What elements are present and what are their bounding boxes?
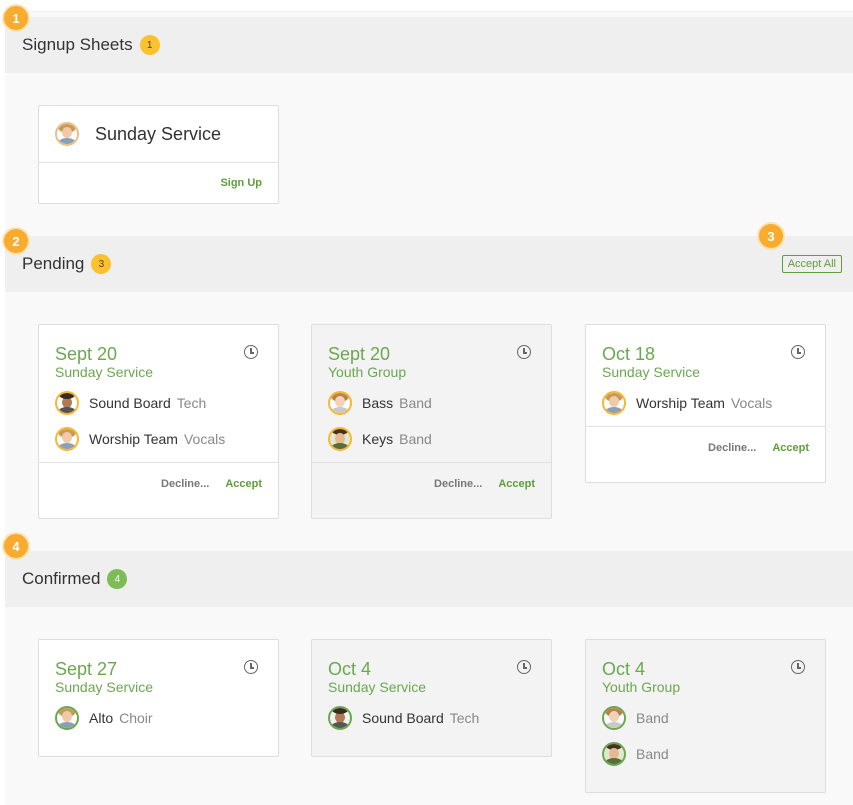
role-position: Sound Board [89, 395, 171, 411]
avatar-icon [55, 427, 79, 451]
avatar-icon [55, 391, 79, 415]
event-name: Sunday Service [602, 364, 701, 380]
confirmed-title: Confirmed 4 [22, 569, 128, 589]
confirmed-count-badge: 4 [107, 569, 128, 589]
step-marker-3: 3 [757, 222, 785, 250]
role-row: Sound Board Tech [55, 385, 262, 421]
avatar-icon [328, 391, 352, 415]
signup-sheets-title: Signup Sheets 1 [22, 35, 160, 55]
signup-sheet-name: Sunday Service [95, 123, 222, 144]
section-title-text: Confirmed [22, 569, 101, 588]
step-marker-1: 1 [2, 4, 30, 32]
event-date: Oct 18 [602, 344, 656, 364]
event-name: Youth Group [602, 679, 681, 695]
role-row: Worship Team Vocals [602, 385, 809, 421]
clock-icon[interactable] [244, 345, 258, 359]
role-team: Band [636, 746, 669, 762]
clock-icon[interactable] [244, 660, 258, 674]
role-team: Band [399, 431, 432, 447]
section-title-text: Pending [22, 254, 85, 273]
decline-button[interactable]: Decline... [708, 442, 756, 454]
avatar-icon [55, 706, 79, 730]
role-team: Band [636, 710, 669, 726]
section-title-text: Signup Sheets [22, 35, 133, 54]
role-team: Band [399, 395, 432, 411]
event-date: Sept 20 [328, 344, 391, 364]
pending-title: Pending 3 [22, 254, 112, 274]
pending-card[interactable]: Sept 20 Sunday Service Sound Board Tech … [38, 324, 279, 519]
role-team: Choir [119, 710, 153, 726]
event-name: Sunday Service [328, 679, 427, 695]
role-position: Worship Team [89, 431, 178, 447]
role-team: Tech [176, 395, 207, 411]
event-name: Sunday Service [55, 679, 154, 695]
confirmed-card[interactable]: Oct 4 Sunday Service Sound Board Tech [311, 639, 552, 757]
signup-sheets-header: Signup Sheets 1 [5, 17, 853, 73]
avatar-icon [602, 706, 626, 730]
avatar-icon [328, 706, 352, 730]
role-row: Worship Team Vocals [55, 421, 262, 457]
clock-icon[interactable] [517, 660, 531, 674]
role-position: Worship Team [636, 395, 725, 411]
step-marker-4: 4 [2, 532, 30, 560]
event-date: Oct 4 [328, 659, 372, 679]
pending-count-badge: 3 [91, 254, 112, 274]
step-marker-2: 2 [2, 227, 30, 255]
signup-card[interactable]: Sunday Service Sign Up [38, 105, 279, 204]
event-date: Oct 4 [602, 659, 646, 679]
accept-all-button[interactable]: Accept All [781, 255, 842, 273]
role-row: Sound Board Tech [328, 700, 535, 736]
event-name: Youth Group [328, 364, 407, 380]
role-team: Tech [449, 710, 480, 726]
avatar-icon [328, 427, 352, 451]
accept-button[interactable]: Accept [498, 478, 535, 490]
role-position: Bass [362, 395, 394, 411]
pending-header: Pending 3 Accept All [5, 236, 853, 292]
confirmed-card[interactable]: Oct 4 Youth Group Band Band [585, 639, 826, 793]
avatar-icon [55, 122, 79, 146]
accept-button[interactable]: Accept [772, 442, 809, 454]
role-row: Band [602, 700, 809, 736]
role-row: Keys Band [328, 421, 535, 457]
role-position: Sound Board [362, 710, 444, 726]
signup-count-badge: 1 [139, 35, 160, 55]
clock-icon[interactable] [791, 345, 805, 359]
confirmed-header: Confirmed 4 [5, 551, 853, 607]
avatar-icon [602, 391, 626, 415]
pending-card[interactable]: Sept 20 Youth Group Bass Band Keys Band … [311, 324, 552, 519]
accept-button[interactable]: Accept [225, 478, 262, 490]
clock-icon[interactable] [791, 660, 805, 674]
role-team: Vocals [730, 395, 773, 411]
role-row: Alto Choir [55, 700, 262, 736]
pending-card[interactable]: Oct 18 Sunday Service Worship Team Vocal… [585, 324, 826, 483]
role-position: Alto [89, 710, 114, 726]
sign-up-button[interactable]: Sign Up [220, 177, 262, 189]
clock-icon[interactable] [517, 345, 531, 359]
event-date: Sept 20 [55, 344, 118, 364]
decline-button[interactable]: Decline... [434, 478, 482, 490]
event-date: Sept 27 [55, 659, 118, 679]
role-row: Bass Band [328, 385, 535, 421]
avatar-icon [602, 742, 626, 766]
confirmed-card[interactable]: Sept 27 Sunday Service Alto Choir [38, 639, 279, 757]
event-name: Sunday Service [55, 364, 154, 380]
decline-button[interactable]: Decline... [161, 478, 209, 490]
role-position: Keys [362, 431, 394, 447]
role-row: Band [602, 736, 809, 772]
role-team: Vocals [183, 431, 226, 447]
